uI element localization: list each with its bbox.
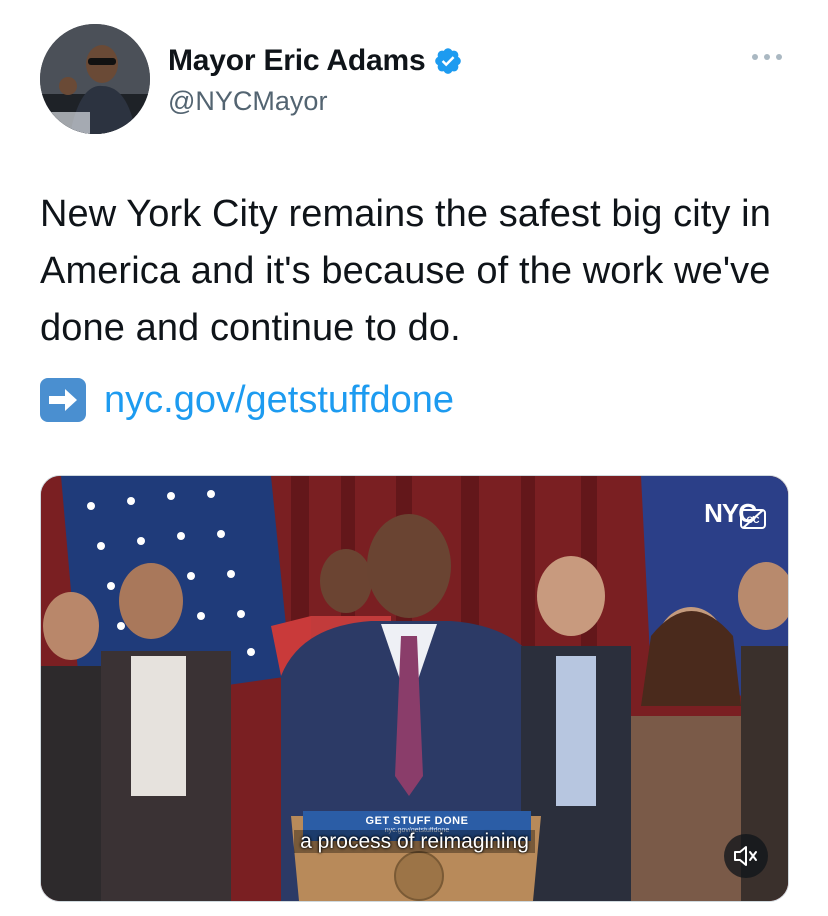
display-name[interactable]: Mayor Eric Adams (168, 44, 426, 78)
more-options-icon[interactable] (750, 50, 784, 64)
right-arrow-emoji-icon (40, 378, 86, 422)
video-caption-text: a process of reimagining (294, 830, 535, 853)
mute-button[interactable] (724, 834, 768, 878)
avatar[interactable] (40, 24, 150, 134)
mute-icon (734, 846, 757, 866)
video-player[interactable]: GET STUFF DONE nyc.gov/getstuffdone NYC … (40, 475, 789, 902)
video-caption: a process of reimagining (41, 830, 788, 854)
podium-title: GET STUFF DONE (365, 815, 469, 827)
tweet-text: New York City remains the safest big cit… (40, 193, 771, 349)
verified-badge-icon (435, 48, 462, 74)
avatar-image (40, 24, 150, 134)
cc-icon[interactable]: CC (740, 508, 766, 530)
handle[interactable]: @NYCMayor (168, 86, 327, 117)
tweet-link[interactable]: nyc.gov/getstuffdone (104, 379, 454, 422)
